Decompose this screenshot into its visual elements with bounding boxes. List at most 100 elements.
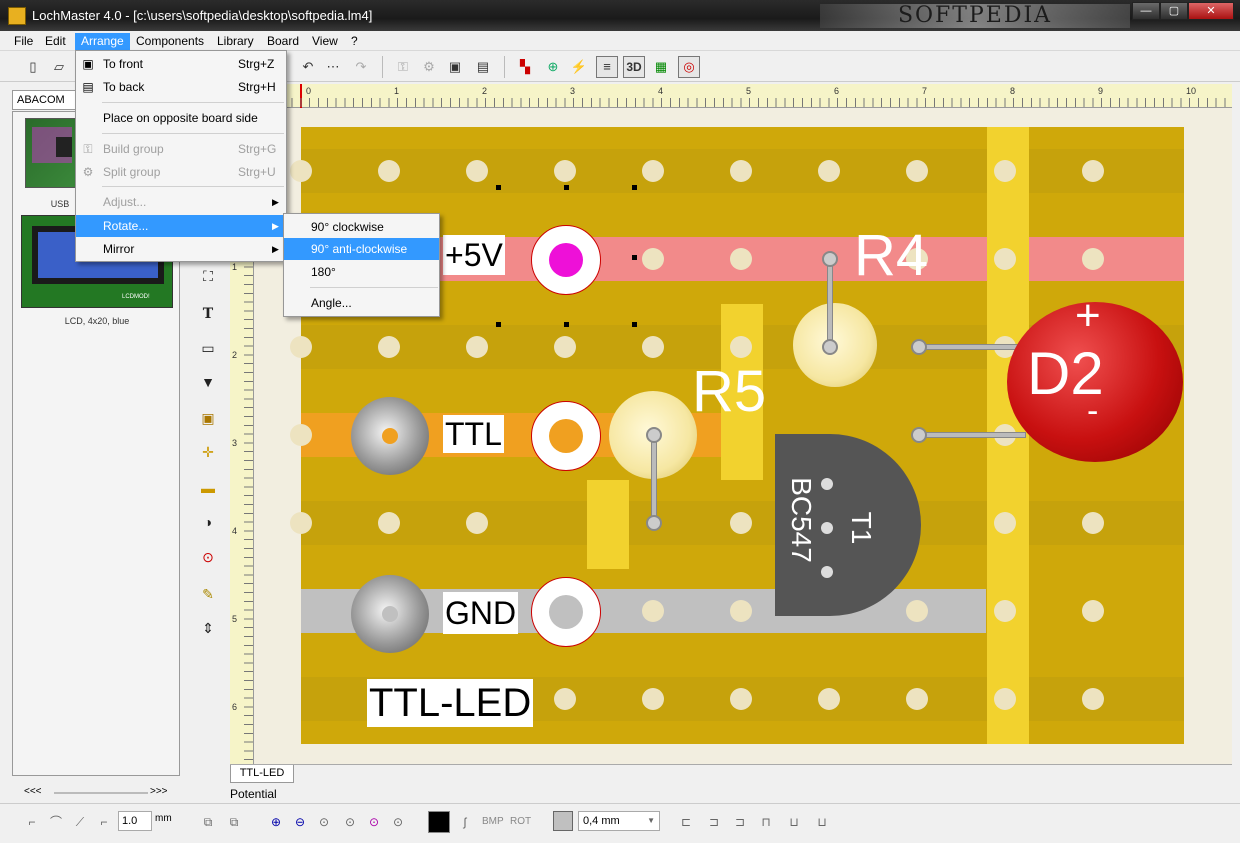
menu-components[interactable]: Components xyxy=(130,33,210,50)
label-r4[interactable]: R4 xyxy=(854,227,928,285)
corner-tool-icon[interactable]: ⌐ xyxy=(22,812,42,832)
test-point-icon[interactable]: ⊙ xyxy=(198,547,218,567)
pen-tool-icon[interactable]: ✎ xyxy=(198,584,218,604)
redo-icon[interactable]: ↷ xyxy=(350,56,372,78)
label-5v[interactable]: +5V xyxy=(443,235,505,275)
menu-item-rotate-angle[interactable]: Angle... xyxy=(284,292,439,314)
resistor-r4-lead xyxy=(827,259,833,347)
align-middle-icon[interactable]: ⊔ xyxy=(784,812,804,832)
component-tool-icon[interactable]: ▭ xyxy=(198,338,218,358)
layer-view-icon[interactable]: ≡ xyxy=(596,56,618,78)
align-right-icon[interactable]: ⊐ xyxy=(730,812,750,832)
menu-library[interactable]: Library xyxy=(211,33,260,50)
align-left-icon[interactable]: ⊏ xyxy=(676,812,696,832)
menu-item-split-group[interactable]: ⚙ Split group Strg+U xyxy=(76,161,286,183)
sheet-tabs: TTL-LED xyxy=(230,764,1232,784)
menu-board[interactable]: Board xyxy=(261,33,305,50)
fill-icon[interactable]: ʃ xyxy=(455,812,475,832)
zoom-selection-icon[interactable]: ⊙ xyxy=(364,812,384,832)
library-item-lcd-label: LCD, 4x20, blue xyxy=(64,316,130,326)
zoom-all-icon[interactable]: ⊙ xyxy=(340,812,360,832)
line-width-select[interactable]: 0,4 mm ▼ xyxy=(578,811,660,831)
line-width-input[interactable]: 1.0 xyxy=(118,811,152,831)
close-button[interactable]: ✕ xyxy=(1188,2,1234,20)
zoom-out-icon[interactable]: ⊖ xyxy=(290,812,310,832)
bmp-label[interactable]: BMP xyxy=(482,816,504,827)
label-r5[interactable]: R5 xyxy=(692,363,766,421)
bridge-wire-small[interactable] xyxy=(587,480,629,569)
zoom-in-icon[interactable]: ⊕ xyxy=(266,812,286,832)
group-icon[interactable]: ⧉ xyxy=(198,812,218,832)
menu-item-rotate-acw[interactable]: 90° anti-clockwise xyxy=(284,238,439,260)
menu-item-shortcut: Strg+H xyxy=(238,80,276,94)
dimension-tool-icon[interactable]: ⇕ xyxy=(198,618,218,638)
undo-icon[interactable]: ↶ xyxy=(297,56,319,78)
color-swatch[interactable] xyxy=(428,811,450,833)
colors-icon[interactable]: ▚ xyxy=(514,56,536,78)
scroll-right-button[interactable]: >>> xyxy=(150,786,168,797)
test-point-ttl[interactable] xyxy=(531,401,601,471)
menu-edit[interactable]: Edit xyxy=(39,33,72,50)
menu-item-rotate-cw[interactable]: 90° clockwise xyxy=(284,216,439,238)
minimize-button[interactable]: — xyxy=(1132,2,1160,20)
rotate-view-icon[interactable]: ⊕ xyxy=(542,56,564,78)
cut-strip-tool-icon[interactable]: ✛ xyxy=(198,442,218,462)
test-point-gnd[interactable] xyxy=(531,577,601,647)
grid-board-icon[interactable]: ▦ xyxy=(650,56,672,78)
solder-pin-gnd[interactable] xyxy=(351,575,429,653)
led-d2[interactable]: + D2 - xyxy=(1007,294,1183,462)
3d-view-icon[interactable]: 3D xyxy=(623,56,645,78)
solder-pin-ttl[interactable] xyxy=(351,397,429,475)
menu-item-build-group[interactable]: ⚿ Build group Strg+G xyxy=(76,138,286,160)
library-scrollbar[interactable] xyxy=(54,792,148,794)
label-gnd[interactable]: GND xyxy=(443,592,519,634)
menu-item-to-front[interactable]: ▣ To front Strg+Z xyxy=(76,53,286,75)
board-canvas[interactable]: +5V TTL GND TTL-LED R4 R5 + D2 - BC547 T… xyxy=(254,108,1232,764)
ungroup-icon[interactable]: ⚙ xyxy=(418,56,440,78)
polygon-tool-icon[interactable]: ⛶ xyxy=(198,266,218,286)
target-icon[interactable]: ◎ xyxy=(678,56,700,78)
diagonal-tool-icon[interactable]: ⟋ xyxy=(70,812,90,832)
align-bottom-icon[interactable]: ⊔ xyxy=(812,812,832,832)
scroll-left-button[interactable]: <<< xyxy=(24,786,42,797)
new-file-icon[interactable]: ▯ xyxy=(22,56,44,78)
menu-item-mirror[interactable]: Mirror ▶ xyxy=(76,238,286,260)
ruler-mark: 4 xyxy=(232,526,238,536)
menu-arrange[interactable]: Arrange xyxy=(75,33,130,50)
layer-color-swatch[interactable] xyxy=(553,811,573,831)
curve-tool-icon[interactable]: ⌒ xyxy=(46,812,66,832)
library-tab-abacom[interactable]: ABACOM xyxy=(12,90,80,110)
send-back-icon[interactable]: ▤ xyxy=(472,56,494,78)
solder-tool-icon[interactable]: ▼ xyxy=(198,372,218,392)
menu-view[interactable]: View xyxy=(306,33,344,50)
menu-item-rotate[interactable]: Rotate... ▶ xyxy=(76,215,286,237)
bend-tool-icon[interactable]: ⌐ xyxy=(94,812,114,832)
test-point-5v[interactable] xyxy=(531,225,601,295)
wire-tool-icon[interactable]: ▣ xyxy=(198,408,218,428)
tab-ttl-led[interactable]: TTL-LED xyxy=(230,765,294,783)
maximize-button[interactable]: ▢ xyxy=(1160,2,1188,20)
menu-item-to-back[interactable]: ▤ To back Strg+H xyxy=(76,76,286,98)
menu-file[interactable]: File xyxy=(8,33,39,50)
group-lock-icon[interactable]: ⚿ xyxy=(392,56,414,78)
menu-item-rotate-180[interactable]: 180° xyxy=(284,261,439,283)
align-center-icon[interactable]: ⊐ xyxy=(704,812,724,832)
zoom-fit-icon[interactable]: ⊙ xyxy=(314,812,334,832)
to-front-icon: ▣ xyxy=(82,57,94,71)
text-tool-icon[interactable]: T xyxy=(198,304,218,324)
more-icon[interactable]: ⋯ xyxy=(322,56,344,78)
measure-tool-icon[interactable]: ◑ xyxy=(198,512,218,532)
label-ttl-led[interactable]: TTL-LED xyxy=(367,679,534,727)
mirror-icon[interactable]: ⚡ xyxy=(568,56,590,78)
align-top-icon[interactable]: ⊓ xyxy=(756,812,776,832)
menu-help[interactable]: ? xyxy=(345,33,364,50)
ungroup-shapes-icon[interactable]: ⧉ xyxy=(224,812,244,832)
label-ttl[interactable]: TTL xyxy=(443,415,504,453)
bridge-tool-icon[interactable]: ▬ xyxy=(198,478,218,498)
zoom-page-icon[interactable]: ⊙ xyxy=(388,812,408,832)
rot-label[interactable]: ROT xyxy=(510,816,531,827)
menu-item-adjust[interactable]: Adjust... ▶ xyxy=(76,191,286,213)
open-folder-icon[interactable]: ▱ xyxy=(48,56,70,78)
bring-front-icon[interactable]: ▣ xyxy=(444,56,466,78)
menu-item-opposite-side[interactable]: Place on opposite board side xyxy=(76,107,286,129)
